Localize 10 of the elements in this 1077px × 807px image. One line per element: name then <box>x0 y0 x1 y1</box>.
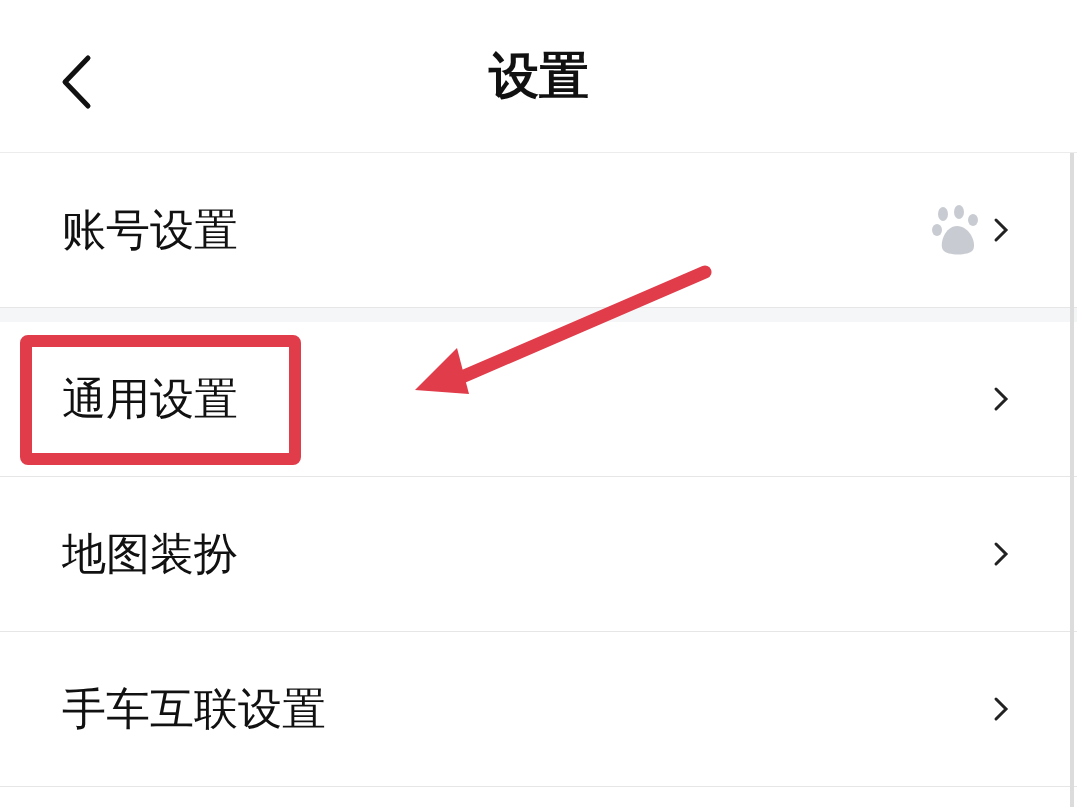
row-label: 手车互联设置 <box>62 681 326 736</box>
chevron-right-icon <box>993 386 1009 412</box>
row-label: 地图装扮 <box>62 526 238 581</box>
chevron-right-icon <box>993 541 1009 567</box>
chevron-right-icon <box>993 217 1009 243</box>
page-title: 设置 <box>488 45 589 107</box>
row-label: 账号设置 <box>62 202 238 257</box>
row-label: 通用设置 <box>62 371 238 426</box>
chevron-right-icon <box>993 696 1009 722</box>
back-icon <box>60 54 92 110</box>
